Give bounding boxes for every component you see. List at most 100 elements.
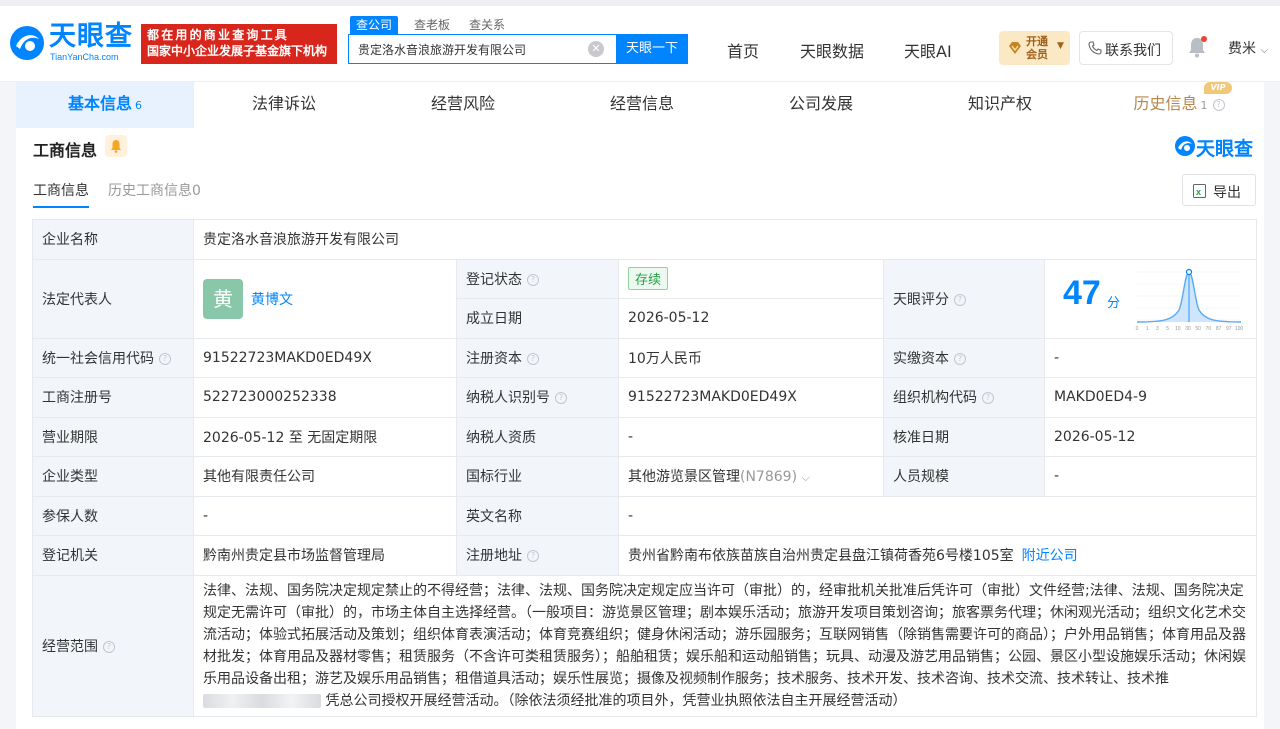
chevron-down-icon: ⌵	[1260, 45, 1269, 56]
table-row: 统一社会信用代码? 91522723MAKD0ED49X 注册资本? 10万人民…	[32, 337, 1257, 378]
search-input[interactable]	[358, 35, 588, 63]
label-org-code-text: 组织机构代码	[893, 390, 977, 407]
score-number: 47	[1063, 273, 1101, 312]
nav-data[interactable]: 天眼数据	[800, 38, 864, 62]
monitor-button[interactable]	[105, 135, 127, 157]
score-axis-tick: 70	[1206, 326, 1212, 332]
label-authority: 登记机关	[32, 535, 194, 576]
user-name: 费米	[1228, 41, 1256, 57]
search-tab-boss[interactable]: 查老板	[414, 16, 450, 34]
table-row: 登记机关 黔南州贵定县市场监督管理局 注册地址? 贵州省黔南布依族苗族自治州贵定…	[32, 535, 1257, 576]
chevron-down-icon: ▼	[1057, 41, 1064, 51]
slogan-line-1: 都在用的商业查询工具	[147, 28, 290, 42]
vip-label: 开通 会员	[1026, 35, 1054, 61]
tab-basic-info[interactable]: 基本信息 6	[16, 82, 194, 128]
label-paid-capital: 实缴资本?	[883, 337, 1045, 378]
value-credit-code: 91522723MAKD0ED49X	[193, 337, 457, 378]
help-icon[interactable]: ?	[103, 640, 115, 653]
site-logo[interactable]: 天眼查 TianYanCha.com	[8, 22, 136, 66]
table-row: 工商注册号 522723000252338 纳税人识别号? 91522723MA…	[32, 377, 1257, 418]
help-icon[interactable]: ?	[527, 352, 539, 365]
label-approve-date: 核准日期	[883, 416, 1045, 457]
company-tabs: 基本信息 6 法律诉讼 经营风险 经营信息 公司发展 知识产权 历史信息 1? VI…	[16, 82, 1264, 128]
label-org-code: 组织机构代码?	[883, 377, 1045, 418]
tab-legal[interactable]: 法律诉讼	[195, 82, 373, 128]
score-axis-tick: 5	[1166, 326, 1169, 332]
help-icon[interactable]: ?	[159, 352, 171, 365]
help-icon[interactable]: ?	[527, 273, 539, 286]
blurred-text	[203, 693, 321, 708]
label-reg-status: 登记状态?	[456, 258, 619, 299]
vip-button[interactable]: 开通 会员 ▼	[999, 31, 1070, 65]
excel-icon: x	[1193, 184, 1206, 198]
label-reg-status-text: 登记状态	[466, 271, 522, 288]
industry-name: 其他游览景区管理	[628, 469, 740, 486]
table-row: 参保人数 - 英文名称 -	[32, 495, 1257, 536]
score-axis-tick: 97	[1226, 326, 1232, 332]
brand-watermark: 天眼查	[1196, 138, 1254, 160]
brand-eye-icon	[1175, 136, 1195, 156]
value-score[interactable]: 47 分 0 1 3 5 10 30 50 70 87 97 100	[1044, 258, 1257, 339]
value-staff: -	[1044, 456, 1257, 497]
label-reg-no: 工商注册号	[32, 377, 194, 418]
subtab-business-info[interactable]: 工商信息	[33, 180, 89, 208]
export-button[interactable]: x 导出	[1182, 174, 1256, 206]
label-term: 营业期限	[32, 416, 194, 457]
vip-label-line1: 开通	[1026, 35, 1048, 48]
label-score-text: 天眼评分	[893, 291, 949, 308]
search-tab-relation[interactable]: 查关系	[469, 16, 505, 34]
table-row: 企业名称 贵定洛水音浪旅游开发有限公司	[32, 219, 1257, 260]
help-icon[interactable]: ?	[555, 392, 567, 405]
clear-icon[interactable]: ✕	[588, 41, 604, 57]
label-company-name: 企业名称	[32, 219, 194, 260]
address-text: 贵州省黔南布依族苗族自治州贵定县盘江镇荷香苑6号楼105室	[628, 548, 1014, 565]
label-en-name: 英文名称	[456, 495, 619, 536]
industry-code: (N7869)	[740, 469, 798, 486]
search-tab-company[interactable]: 查公司	[350, 16, 399, 34]
value-taxpayer-id: 91522723MAKD0ED49X	[618, 377, 884, 418]
value-authority: 黔南州贵定县市场监督管理局	[193, 535, 457, 576]
search-button[interactable]: 天眼一下	[616, 34, 688, 64]
label-address: 注册地址?	[456, 535, 619, 576]
scope-text: 法律、法规、国务院决定规定禁止的不得经营；法律、法规、国务院决定规定应当许可（审…	[203, 582, 1246, 687]
help-icon[interactable]: ?	[954, 352, 966, 365]
nearby-companies-link[interactable]: 附近公司	[1022, 548, 1078, 564]
subtab-history-business[interactable]: 历史工商信息0	[108, 180, 201, 200]
score-axis-tick: 100	[1235, 326, 1244, 332]
tab-history-count: 1	[1200, 99, 1208, 112]
help-icon[interactable]: ?	[954, 293, 966, 306]
score-axis-tick: 1	[1146, 326, 1149, 332]
score-axis-tick: 0	[1136, 326, 1139, 332]
score-axis-labels: 0 1 3 5 10 30 50 70 87 97 100	[1136, 326, 1244, 332]
contact-button[interactable]: 联系我们	[1079, 31, 1173, 65]
value-reg-capital: 10万人民币	[618, 337, 884, 378]
help-icon[interactable]: ?	[527, 550, 539, 563]
score-unit: 分	[1107, 295, 1121, 311]
score-axis-tick: 50	[1195, 326, 1201, 332]
tab-history[interactable]: 历史信息 1?	[1090, 82, 1268, 128]
value-approve-date: 2026-05-12	[1044, 416, 1257, 457]
nav-ai[interactable]: 天眼AI	[904, 38, 952, 62]
value-type: 其他有限责任公司	[193, 456, 457, 497]
label-scope: 经营范围?	[32, 574, 194, 717]
user-menu[interactable]: 费米 ⌵	[1228, 38, 1268, 58]
table-row: 营业期限 2026-05-12 至 无固定期限 纳税人资质 - 核准日期 202…	[32, 416, 1257, 457]
phone-icon	[1088, 41, 1102, 55]
legal-rep-link[interactable]: 黄博文	[251, 292, 293, 308]
nav-home[interactable]: 首页	[727, 38, 759, 62]
status-badge: 存续	[628, 267, 669, 291]
value-industry[interactable]: 其他游览景区管理(N7869) ⌵	[618, 456, 884, 497]
svg-text:x: x	[1196, 187, 1201, 197]
help-icon[interactable]: ?	[982, 392, 994, 405]
tab-development[interactable]: 公司发展	[732, 82, 910, 128]
business-info-panel: 工商信息 天眼查 工商信息 历史工商信息0 x 导出 企业名称 贵定洛水音浪旅游…	[16, 128, 1264, 729]
help-icon: ?	[1212, 98, 1225, 111]
value-term: 2026-05-12 至 无固定期限	[193, 416, 457, 457]
tab-operation[interactable]: 经营信息	[553, 82, 731, 128]
tab-ip[interactable]: 知识产权	[911, 82, 1089, 128]
label-type: 企业类型	[32, 456, 194, 497]
tab-risk[interactable]: 经营风险	[374, 82, 552, 128]
diamond-icon	[1009, 42, 1021, 54]
label-score: 天眼评分?	[883, 258, 1045, 339]
value-taxpayer-qual: -	[618, 416, 884, 457]
